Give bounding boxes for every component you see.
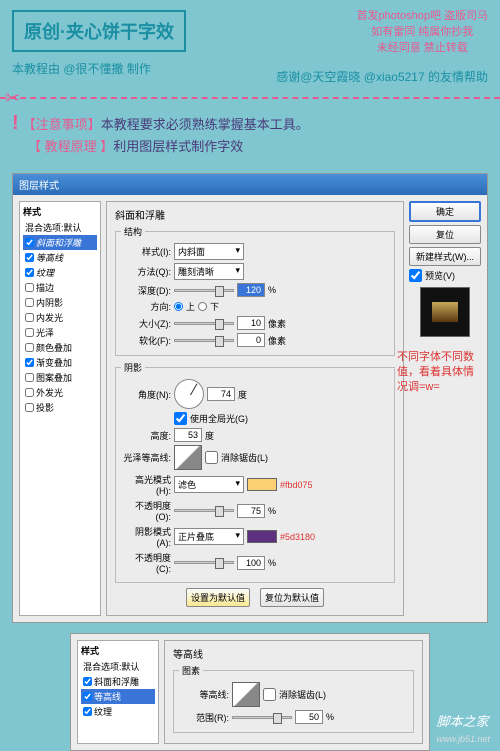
cancel-button[interactable]: 复位 — [409, 225, 481, 244]
style-item-7[interactable]: 颜色叠加 — [23, 340, 97, 355]
range-slider[interactable] — [232, 716, 292, 719]
style-item-9[interactable]: 图案叠加 — [23, 370, 97, 385]
watermark: 脚本之家www.jb51.net — [436, 711, 490, 745]
depth-input[interactable]: 120 — [237, 283, 265, 297]
antialias-check-2[interactable] — [263, 688, 276, 701]
preview-thumbnail — [420, 287, 470, 337]
exclaim-icon: ! — [12, 112, 19, 134]
divider — [0, 97, 500, 99]
contour-dialog: 样式 混合选项:默认 斜面和浮雕 等高线 纹理 等高线 图素 等高线:消除锯齿(… — [70, 633, 430, 751]
shadow-mode[interactable]: 正片叠底▾ — [174, 528, 244, 545]
style-item-11[interactable]: 投影 — [23, 400, 97, 415]
hilite-opacity-input[interactable]: 75 — [237, 504, 265, 518]
shadow-opacity-slider[interactable] — [174, 561, 234, 564]
gloss-contour[interactable] — [174, 445, 202, 470]
dialog-buttons: 确定 复位 新建样式(W)... 预览(V) — [409, 201, 481, 616]
depth-slider[interactable] — [174, 289, 234, 292]
reset-default-button[interactable]: 复位为默认值 — [260, 588, 324, 607]
hilite-opacity-slider[interactable] — [174, 509, 234, 512]
style-item-8[interactable]: 渐变叠加 — [23, 355, 97, 370]
thanks-credit: 感谢@天空霞晓 @xiao5217 的友情帮助 — [276, 68, 488, 85]
style-item-6[interactable]: 光泽 — [23, 325, 97, 340]
blend-options[interactable]: 混合选项:默认 — [23, 220, 97, 235]
style-item-5[interactable]: 内发光 — [23, 310, 97, 325]
method-select[interactable]: 雕刻清晰▾ — [174, 263, 244, 280]
scissors-icon: ✂ — [5, 88, 20, 109]
highlight-mode[interactable]: 滤色▾ — [174, 476, 244, 493]
style-item-4[interactable]: 内阴影 — [23, 295, 97, 310]
soften-input[interactable]: 0 — [237, 333, 265, 347]
dir-down-radio[interactable] — [198, 302, 207, 311]
tutorial-title: 原创·夹心饼干字效 — [12, 10, 186, 52]
style-item-1[interactable]: 等高线 — [23, 250, 97, 265]
style-item-2[interactable]: 纹理 — [23, 265, 97, 280]
notice-block: !【注意事项】本教程要求必须熟练掌握基本工具。 【 教程原理 】利用图层样式制作… — [0, 107, 500, 163]
new-style-button[interactable]: 新建样式(W)... — [409, 247, 481, 266]
angle-input[interactable]: 74 — [207, 387, 235, 401]
style-item-0[interactable]: 斜面和浮雕 — [23, 235, 97, 250]
ok-button[interactable]: 确定 — [409, 201, 481, 222]
contour-picker[interactable] — [232, 682, 260, 707]
bevel-panel: 斜面和浮雕 结构 样式(I):内斜面▾ 方法(Q):雕刻清晰▾ 深度(D):12… — [106, 201, 404, 616]
dir-up-radio[interactable] — [174, 302, 183, 311]
range-input[interactable]: 50 — [295, 710, 323, 724]
shadow-color[interactable] — [247, 530, 277, 543]
styles-list-2: 样式 混合选项:默认 斜面和浮雕 等高线 纹理 — [77, 640, 159, 744]
preview-check[interactable] — [409, 269, 422, 282]
dialog-titlebar: 图层样式 — [13, 174, 487, 195]
soften-slider[interactable] — [174, 339, 234, 342]
style-item-3[interactable]: 描边 — [23, 280, 97, 295]
size-slider[interactable] — [174, 322, 234, 325]
shadow-opacity-input[interactable]: 100 — [237, 556, 265, 570]
antialias-check[interactable] — [205, 451, 218, 464]
style-select[interactable]: 内斜面▾ — [174, 243, 244, 260]
set-default-button[interactable]: 设置为默认值 — [186, 588, 250, 607]
red-annotation: 不同字体不同数值，看着具体情况调=w= — [397, 350, 482, 395]
style-item-10[interactable]: 外发光 — [23, 385, 97, 400]
global-light-check[interactable] — [174, 412, 187, 425]
styles-list: 样式 混合选项:默认 斜面和浮雕等高线纹理描边内阴影内发光光泽颜色叠加渐变叠加图… — [19, 201, 101, 616]
size-input[interactable]: 10 — [237, 316, 265, 330]
copyright-notice: 首发photoshop吧 盗版司马 如有雷同 纯属你抄我 未经同意 禁止转载 — [357, 8, 488, 56]
altitude-input[interactable]: 53 — [174, 428, 202, 442]
layer-style-dialog: 图层样式 样式 混合选项:默认 斜面和浮雕等高线纹理描边内阴影内发光光泽颜色叠加… — [12, 173, 488, 623]
angle-dial[interactable] — [174, 379, 204, 409]
highlight-color[interactable] — [247, 478, 277, 491]
